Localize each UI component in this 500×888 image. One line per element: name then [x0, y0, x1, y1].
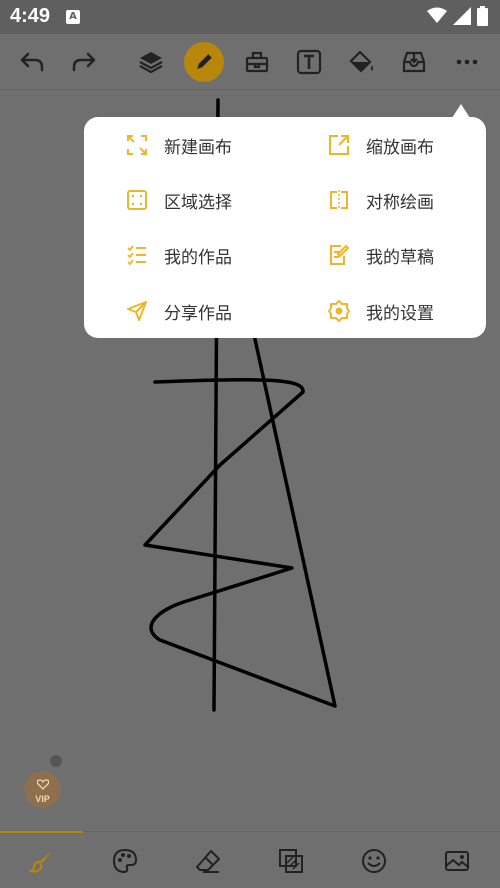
menu-label: 区域选择 [164, 192, 232, 213]
menu-label: 我的设置 [366, 303, 434, 324]
vip-badge[interactable]: VIP [24, 771, 61, 808]
menu-label: 新建画布 [164, 137, 232, 158]
menu-label: 分享作品 [164, 303, 232, 324]
menu-item-symmetry-draw[interactable]: 对称绘画 [326, 180, 434, 220]
menu-label: 对称绘画 [366, 192, 434, 213]
fill-bucket-icon[interactable] [340, 40, 384, 84]
toolbox-icon[interactable] [235, 40, 279, 84]
menu-item-my-works[interactable]: 我的作品 [124, 235, 232, 275]
top-toolbar [0, 34, 500, 90]
vip-label: VIP [35, 794, 50, 804]
share-works-icon [124, 298, 150, 324]
layers-stack-icon[interactable] [276, 846, 306, 876]
menu-label: 我的草稿 [366, 247, 434, 268]
signal-icon [453, 7, 471, 29]
battery-icon [477, 6, 488, 30]
text-icon[interactable] [287, 40, 331, 84]
settings-icon [326, 298, 352, 324]
menu-label: 我的作品 [164, 247, 232, 268]
area-select-icon [124, 187, 150, 213]
image-icon[interactable] [442, 846, 472, 876]
status-time: 4:49 [10, 5, 51, 27]
status-bar: 4:49 A [0, 0, 500, 34]
menu-item-my-drafts[interactable]: 我的草稿 [326, 235, 434, 275]
my-works-icon [124, 242, 150, 268]
undo-icon[interactable] [10, 40, 54, 84]
layers-icon[interactable] [129, 40, 173, 84]
emoji-icon[interactable] [359, 846, 389, 876]
menu-item-area-select[interactable]: 区域选择 [124, 180, 232, 220]
menu-label: 缩放画布 [366, 137, 434, 158]
app-notification-icon: A [66, 10, 80, 24]
more-menu: 新建画布 缩放画布 区域选择 对称绘画 我的作品 我的草稿 分享作品 我的设置 [84, 117, 486, 338]
menu-item-share-works[interactable]: 分享作品 [124, 291, 232, 331]
status-icons [427, 6, 488, 30]
menu-item-resize-canvas[interactable]: 缩放画布 [326, 125, 434, 165]
heart-icon [36, 775, 49, 794]
pencil-icon[interactable] [184, 42, 224, 82]
brush-icon[interactable] [27, 846, 57, 876]
redo-icon[interactable] [62, 40, 106, 84]
more-icon[interactable] [445, 40, 489, 84]
bottom-toolbar [0, 831, 500, 888]
menu-item-settings[interactable]: 我的设置 [326, 291, 434, 331]
wifi-icon [427, 7, 447, 29]
palette-icon[interactable] [110, 846, 140, 876]
import-icon[interactable] [392, 40, 436, 84]
symmetry-draw-icon [326, 187, 352, 213]
vip-close-icon[interactable] [50, 755, 62, 767]
my-drafts-icon [326, 242, 352, 268]
active-indicator [0, 831, 83, 833]
menu-item-new-canvas[interactable]: 新建画布 [124, 125, 232, 165]
resize-canvas-icon [326, 132, 352, 158]
menu-arrow [452, 104, 470, 118]
eraser-icon[interactable] [193, 846, 223, 876]
new-canvas-icon [124, 132, 150, 158]
